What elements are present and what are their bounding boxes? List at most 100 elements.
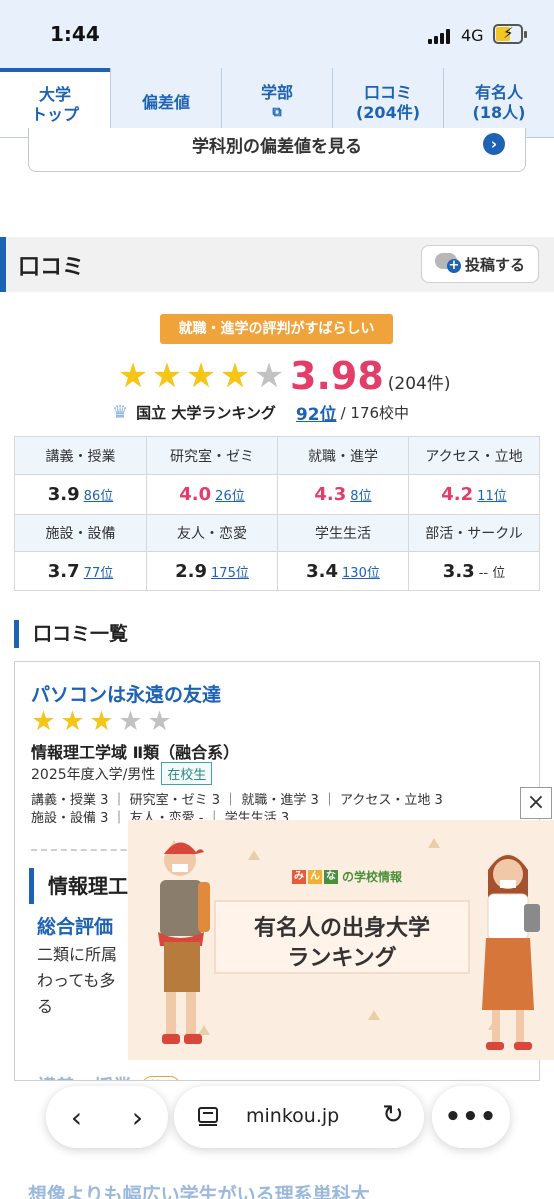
confetti-decoration — [248, 850, 260, 860]
overall-score: 3.98 — [290, 354, 384, 398]
scores-line: 講義・授業 3 ｜ 研究室・ゼミ 3 ｜ 就職・進学 3 ｜ アクセス・立地 3 — [31, 793, 443, 808]
star-icon: ★ — [31, 706, 56, 737]
logo-block: な — [324, 869, 338, 884]
comment-add-icon: + — [434, 253, 461, 275]
rating-value: 4.3 8位 — [277, 474, 408, 514]
star-empty-icon: ★ — [253, 356, 285, 396]
reviewer-info: 2025年度入学/男性 — [31, 766, 156, 783]
battery-icon: ⚡ — [493, 24, 523, 44]
rating-value: 4.2 11位 — [408, 474, 539, 514]
external-window-icon: ⧉ — [272, 104, 282, 120]
minkou-logo: み ん な の学校情報 — [292, 868, 402, 885]
logo-block: ん — [308, 869, 322, 884]
confetti-decoration — [428, 838, 440, 848]
tab-label: 大学 — [38, 84, 71, 104]
rating-label: 学生生活 — [277, 514, 408, 551]
overall-rating: ★ ★ ★ ★ ★ 3.98 (204件) — [116, 354, 451, 398]
tab-faculty[interactable]: 学部 ⧉ — [221, 68, 332, 137]
rating-score: 3.9 — [47, 484, 80, 505]
more-icon: ••• — [444, 1102, 498, 1132]
rating-rank-link[interactable]: 175位 — [211, 562, 249, 581]
rating-value: 3.3 -- 位 — [408, 551, 539, 591]
chevron-right-icon: › — [483, 133, 505, 155]
female-student-illustration — [482, 855, 540, 1050]
rating-label: 施設・設備 — [15, 514, 146, 551]
ad-banner[interactable]: み ん な の学校情報 有名人の出身大学 ランキング — [128, 820, 554, 1060]
ranking-link[interactable]: 92位 — [296, 400, 337, 425]
url-text: minkou.jp — [246, 1105, 340, 1127]
review-title[interactable]: パソコンは永遠の友達 — [31, 680, 221, 707]
clock: 1:44 — [50, 22, 100, 46]
rating-score: 4.3 — [314, 484, 347, 505]
star-icon: ★ — [89, 706, 114, 737]
tab-celebrities[interactable]: 有名人 (18人) — [443, 68, 554, 137]
review-list-title: 口コミ一覧 — [14, 620, 128, 648]
network-label: 4G — [461, 26, 484, 45]
rating-value: 3.7 77位 — [15, 551, 146, 591]
rating-score: 3.3 — [442, 561, 475, 582]
signal-icon — [428, 28, 454, 44]
rating-label: 友人・恋愛 — [146, 514, 277, 551]
rating-rank-link[interactable]: 77位 — [84, 562, 114, 581]
rating-score: 2.9 — [175, 561, 208, 582]
more-button[interactable]: ••• — [432, 1086, 510, 1148]
tab-deviation[interactable]: 偏差値 — [110, 68, 221, 137]
rating-rank-link[interactable]: 8位 — [350, 485, 371, 504]
crown-icon: ♛ — [112, 401, 129, 423]
rating-rank-link[interactable]: 26位 — [215, 485, 245, 504]
review-count: (204件) — [387, 373, 451, 394]
tab-label: 偏差値 — [141, 92, 190, 112]
review-subheading: 情報理工 — [29, 868, 128, 904]
logo-text: の学校情報 — [342, 870, 403, 884]
rating-label: アクセス・立地 — [408, 437, 539, 474]
forward-icon[interactable]: › — [118, 1101, 158, 1134]
rating-rank-link[interactable]: 86位 — [84, 485, 114, 504]
ranking-total: / 176校中 — [340, 403, 410, 422]
rating-rank-link[interactable]: 11位 — [477, 485, 507, 504]
status-badge: 在校生 — [161, 762, 213, 785]
tab-label: 口コミ — [363, 82, 412, 102]
rating-rank-link[interactable]: 130位 — [342, 562, 380, 581]
ad-headline: 有名人の出身大学 ランキング — [214, 900, 470, 974]
browser-nav-group: ‹ › — [46, 1086, 168, 1148]
star-icon: ★ — [219, 356, 251, 396]
department-deviation-button[interactable]: 学科別の偏差値を見る › — [28, 128, 526, 172]
tab-label: 学部 — [260, 82, 293, 102]
post-review-button[interactable]: + 投稿する — [421, 245, 539, 283]
rating-label: 講義・授業 — [15, 437, 146, 474]
review-stars: ★ ★ ★ ★ ★ — [29, 706, 174, 738]
review-meta: 2025年度入学/男性 在校生 — [31, 762, 213, 785]
reader-icon[interactable] — [196, 1104, 220, 1128]
ad-headline-line: ランキング — [287, 946, 397, 971]
star-empty-icon: ★ — [118, 706, 143, 737]
lecture-label: 講義・授業 — [37, 1072, 132, 1080]
ad-headline-line: 有名人の出身大学 — [253, 916, 430, 941]
tab-reviews[interactable]: 口コミ (204件) — [332, 68, 443, 137]
reload-icon[interactable]: ↻ — [382, 1100, 404, 1130]
ranking-line: ♛ 国立 大学ランキング 92位 / 176校中 — [112, 400, 410, 425]
review-department: 情報理工学域 Ⅱ類（融合系） — [31, 743, 240, 762]
next-review-title[interactable]: 想像よりも幅広い学生がいる理系単科大 — [28, 1180, 370, 1199]
star-empty-icon: ★ — [147, 706, 172, 737]
rating-value: 4.0 26位 — [146, 474, 277, 514]
ad-close-button[interactable]: × — [520, 787, 552, 819]
rating-rank: -- 位 — [478, 566, 506, 581]
male-student-illustration — [158, 842, 210, 1044]
tab-count: (204件) — [355, 102, 421, 122]
rating-value: 2.9 175位 — [146, 551, 277, 591]
button-label: 学科別の偏差値を見る — [192, 137, 362, 157]
rating-grid: 講義・授業 研究室・ゼミ 就職・進学 アクセス・立地 3.9 86位 4.0 2… — [14, 436, 540, 591]
rating-tag: 普通 — [142, 1076, 181, 1080]
star-icon: ★ — [60, 706, 85, 737]
rating-score: 4.0 — [179, 484, 212, 505]
back-icon[interactable]: ‹ — [57, 1101, 97, 1134]
tab-university-top[interactable]: 大学 トップ — [0, 68, 110, 137]
tab-label: トップ — [30, 104, 79, 124]
rating-score: 4.2 — [441, 484, 474, 505]
rating-label: 部活・サークル — [408, 514, 539, 551]
rating-label: 研究室・ゼミ — [146, 437, 277, 474]
ranking-label: 国立 大学ランキング — [136, 403, 276, 422]
address-bar[interactable]: minkou.jp ↻ — [174, 1086, 424, 1148]
logo-block: み — [292, 869, 306, 884]
star-icon: ★ — [185, 356, 217, 396]
